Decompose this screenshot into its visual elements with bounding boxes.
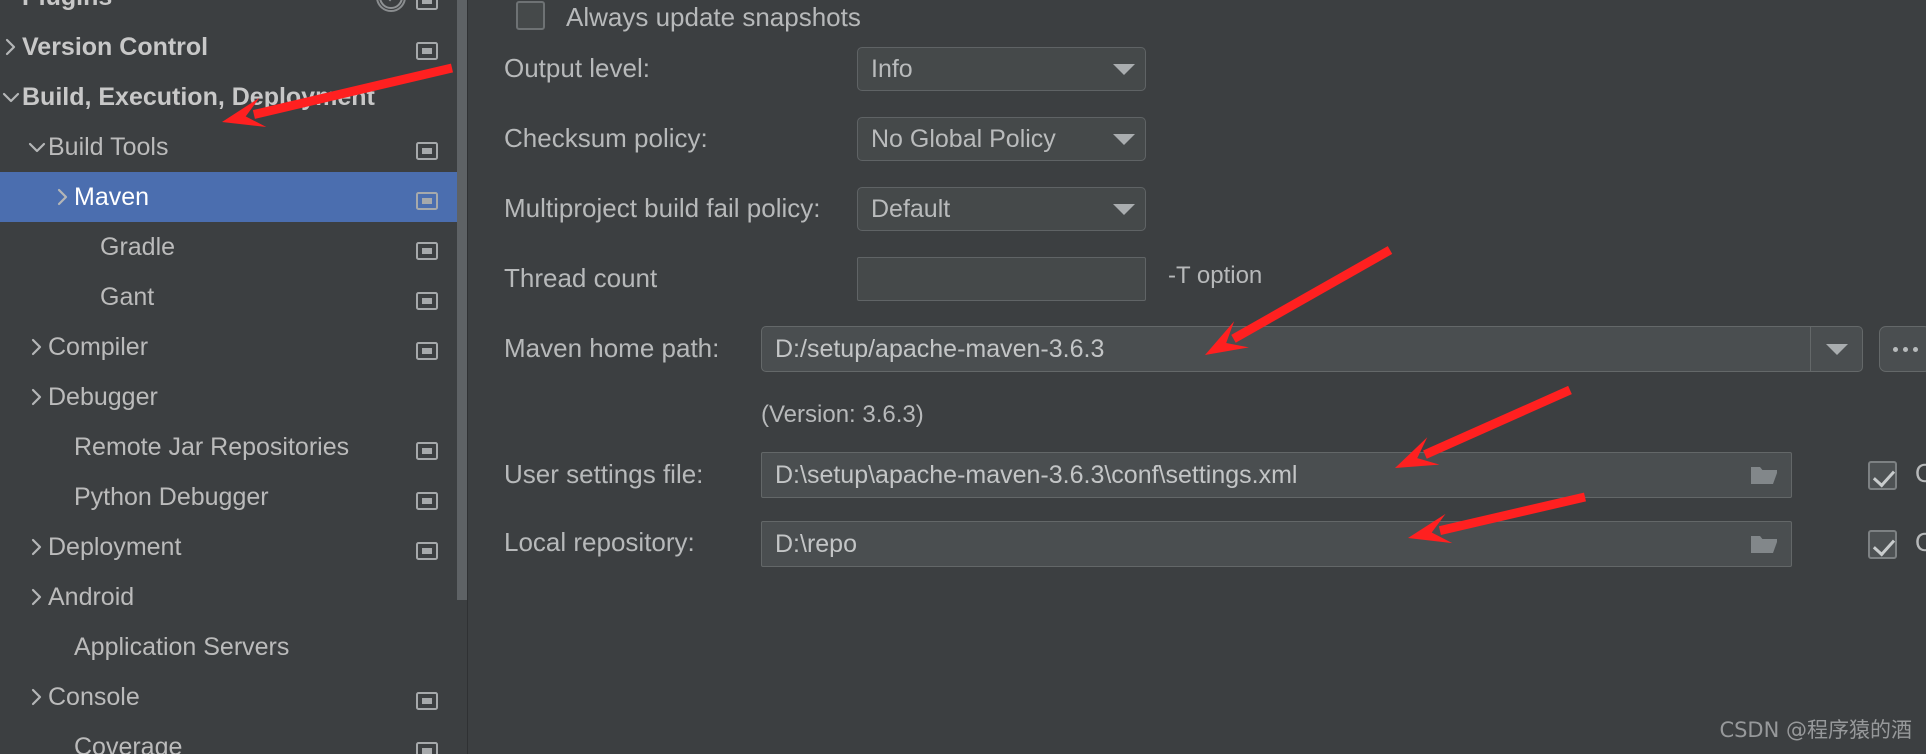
sidebar-item-maven[interactable]: Maven (0, 172, 468, 222)
local-repository-override-label: Override (1915, 527, 1926, 557)
user-settings-file-input[interactable]: D:\setup\apache-maven-3.6.3\conf\setting… (761, 452, 1792, 498)
maven-version-note: (Version: 3.6.3) (761, 401, 924, 428)
sidebar-item-console[interactable]: Console (0, 672, 468, 722)
sidebar-item-remote-jar-repositories[interactable]: Remote Jar Repositories (0, 422, 468, 472)
sidebar-item-label: Application Servers (74, 632, 290, 661)
folder-icon[interactable] (1737, 463, 1791, 487)
sidebar-item-label: Console (48, 682, 140, 711)
settings-page-badge-icon (416, 738, 438, 754)
checksum-policy-value: No Global Policy (871, 124, 1056, 153)
folder-icon[interactable] (1737, 532, 1791, 556)
checksum-policy-combo[interactable]: No Global Policy (857, 117, 1146, 161)
output-level-label: Output level: (504, 53, 650, 83)
thread-count-label: Thread count (504, 263, 658, 293)
settings-page-badge-icon (416, 338, 438, 360)
chevron-right-icon[interactable] (52, 186, 74, 208)
sidebar-item-label: Gradle (100, 232, 176, 261)
always-update-snapshots-checkbox[interactable] (516, 1, 545, 30)
local-repository-override-checkbox[interactable] (1868, 530, 1897, 559)
chevron-right-icon[interactable] (0, 36, 22, 58)
watermark: CSDN @程序猿的酒 (1719, 718, 1912, 742)
sidebar-item-deployment[interactable]: Deployment (0, 522, 468, 572)
sidebar-item-coverage[interactable]: Coverage (0, 722, 468, 754)
maven-settings-panel: Always update snapshots Output level: In… (468, 0, 1926, 754)
local-repository-input[interactable]: D:\repo (761, 521, 1792, 567)
sidebar-item-android[interactable]: Android (0, 572, 468, 622)
always-update-snapshots-label: Always update snapshots (566, 2, 861, 32)
sidebar-item-compiler[interactable]: Compiler (0, 322, 468, 372)
sidebar-item-label: Build Tools (48, 132, 169, 161)
sidebar-item-label: Maven (74, 182, 150, 211)
settings-page-badge-icon (416, 688, 438, 710)
thread-count-input[interactable] (857, 257, 1146, 301)
chevron-down-icon[interactable] (1103, 203, 1145, 215)
sidebar-item-label: Coverage (74, 732, 183, 754)
sidebar-item-gant[interactable]: Gant (0, 272, 468, 322)
sidebar-item-label: Version Control (22, 32, 209, 61)
chevron-right-icon[interactable] (26, 536, 48, 558)
sidebar-item-build-tools[interactable]: Build Tools (0, 122, 468, 172)
settings-page-badge-icon (416, 38, 438, 60)
settings-page-badge-icon (416, 488, 438, 510)
output-level-value: Info (871, 54, 913, 83)
maven-home-path-value: D:/setup/apache-maven-3.6.3 (775, 334, 1105, 363)
user-settings-file-override-label: Override (1915, 458, 1926, 488)
sidebar-item-label: Compiler (48, 332, 149, 361)
local-repository-value: D:\repo (775, 529, 857, 558)
chevron-down-icon[interactable] (1103, 133, 1145, 145)
settings-page-badge-icon (416, 538, 438, 560)
maven-home-path-label: Maven home path: (504, 333, 720, 363)
settings-page-badge-icon (416, 288, 438, 310)
multiproject-build-fail-policy-label: Multiproject build fail policy: (504, 193, 821, 223)
chevron-right-icon[interactable] (26, 586, 48, 608)
settings-dialog: Plugins Version Control Build, Execution, … (0, 0, 1926, 754)
settings-category-tree[interactable]: Plugins Version Control Build, Execution, … (0, 0, 468, 754)
output-level-combo[interactable]: Info (857, 47, 1146, 91)
maven-home-path-combo[interactable]: D:/setup/apache-maven-3.6.3 (761, 326, 1863, 372)
plugin-update-badge-icon (376, 0, 406, 12)
chevron-right-icon[interactable] (26, 336, 48, 358)
sidebar-item-label: Remote Jar Repositories (74, 432, 350, 461)
sidebar-item-application-servers[interactable]: Application Servers (0, 622, 468, 672)
sidebar-item-label: Build, Execution, Deployment (22, 82, 375, 111)
chevron-right-icon[interactable] (26, 686, 48, 708)
sidebar-item-label: Deployment (48, 532, 182, 561)
settings-page-badge-icon (416, 188, 438, 210)
ellipsis-icon (1892, 346, 1918, 352)
settings-page-badge-icon (416, 238, 438, 260)
sidebar-item-label: Gant (100, 282, 155, 311)
sidebar-item-plugins[interactable]: Plugins (0, 0, 468, 22)
sidebar-item-debugger[interactable]: Debugger (0, 372, 468, 422)
local-repository-label: Local repository: (504, 527, 695, 557)
sidebar-item-version-control[interactable]: Version Control (0, 22, 468, 72)
chevron-down-icon[interactable] (26, 139, 48, 155)
chevron-down-icon[interactable] (1103, 63, 1145, 75)
sidebar-item-label: Plugins (22, 0, 112, 12)
sidebar-item-python-debugger[interactable]: Python Debugger (0, 472, 468, 522)
sidebar-item-gradle[interactable]: Gradle (0, 222, 468, 272)
multiproject-build-fail-policy-combo[interactable]: Default (857, 187, 1146, 231)
sidebar-item-label: Debugger (48, 382, 158, 411)
settings-page-badge-icon (416, 138, 438, 160)
user-settings-file-label: User settings file: (504, 459, 704, 489)
sidebar-item-build-execution-deployment[interactable]: Build, Execution, Deployment (0, 72, 468, 122)
chevron-down-icon[interactable] (0, 89, 22, 105)
user-settings-file-override-checkbox[interactable] (1868, 461, 1897, 490)
sidebar-item-label: Android (48, 582, 135, 611)
thread-count-hint: -T option (1168, 262, 1263, 289)
settings-page-badge-icon (416, 0, 438, 10)
multiproject-build-fail-policy-value: Default (871, 194, 951, 223)
sidebar-item-label: Python Debugger (74, 482, 269, 511)
checksum-policy-label: Checksum policy: (504, 123, 708, 153)
chevron-right-icon[interactable] (26, 386, 48, 408)
settings-page-badge-icon (416, 438, 438, 460)
user-settings-file-value: D:\setup\apache-maven-3.6.3\conf\setting… (775, 460, 1298, 489)
maven-home-path-browse-button[interactable] (1879, 326, 1926, 372)
chevron-down-icon[interactable] (1810, 327, 1862, 371)
